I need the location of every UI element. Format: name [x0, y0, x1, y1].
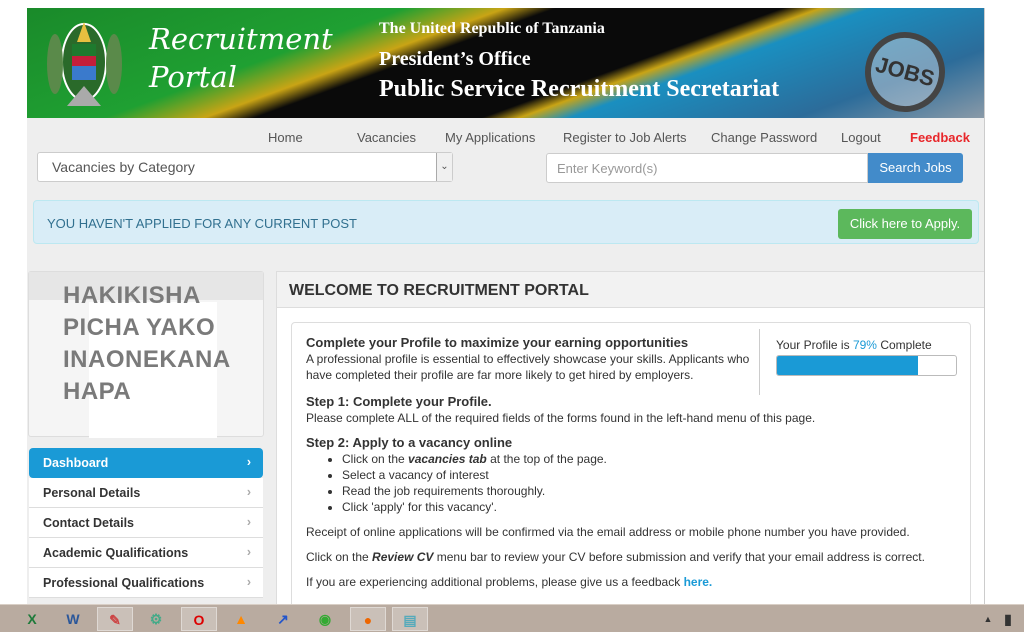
nav-register-job-alerts[interactable]: Register to Job Alerts [563, 130, 687, 145]
list-item: Select a vacancy of interest [342, 467, 956, 483]
word-icon[interactable]: W [55, 607, 91, 631]
progress-suffix: Complete [880, 338, 932, 352]
intro-text: A professional profile is essential to e… [306, 352, 750, 382]
chevron-right-icon: › [246, 515, 251, 529]
chrome-icon[interactable]: ◉ [307, 607, 343, 631]
emphasis: vacancies tab [408, 452, 487, 466]
text: at the top of the page. [490, 452, 607, 466]
progress-bar [776, 355, 957, 376]
header-banner: Recruitment Portal The United Republic of… [27, 8, 984, 118]
intro-title: Complete your Profile to maximize your e… [306, 335, 689, 350]
search-jobs-button[interactable]: Search Jobs [868, 153, 963, 183]
text: Click on the [342, 452, 405, 466]
step1-title: Step 1: Complete your Profile. [306, 394, 492, 409]
receipt-text: Receipt of online applications will be c… [306, 525, 910, 539]
step1-text: Please complete ALL of the required fiel… [306, 411, 816, 425]
nav-change-password[interactable]: Change Password [711, 130, 817, 145]
list-item: Click 'apply' for this vacancy'. [342, 499, 956, 515]
sidebar-item-label: Academic Qualifications [43, 546, 189, 560]
sidebar-item-label: Dashboard [43, 456, 109, 470]
profile-progress: Your Profile is 79% Complete [759, 329, 969, 395]
keyword-search-input[interactable]: Enter Keyword(s) [546, 153, 868, 183]
brand-line-1: Recruitment [149, 22, 333, 56]
welcome-card: Complete your Profile to maximize your e… [291, 322, 971, 604]
shortcut-icon[interactable]: ↗ [265, 607, 301, 631]
select-value: Vacancies by Category [52, 159, 195, 175]
text: Click on the [306, 550, 369, 564]
chevron-right-icon: › [246, 575, 251, 589]
sidebar-item-dashboard[interactable]: Dashboard › [29, 448, 263, 478]
chevron-right-icon: › [246, 485, 251, 499]
banner-line-3: Public Service Recruitment Secretariat [379, 76, 780, 102]
progress-percent: 79% [852, 338, 877, 352]
brand-title: Recruitment Portal [149, 20, 333, 96]
feedback-text: If you are experiencing additional probl… [306, 574, 956, 590]
main-panel: WELCOME TO RECRUITMENT PORTAL Complete y… [276, 271, 984, 604]
sidebar-item-contact-details[interactable]: Contact Details › [29, 508, 263, 538]
list-item: Read the job requirements thoroughly. [342, 483, 956, 499]
review-cv-text: Click on the Review CV menu bar to revie… [306, 549, 956, 565]
paint-icon[interactable]: ✎ [97, 607, 133, 631]
chevron-right-icon: › [246, 545, 251, 559]
photo-line: HAKIKISHA [63, 282, 201, 309]
chevron-right-icon: › [246, 455, 251, 469]
feedback-here-link[interactable]: here. [684, 575, 713, 589]
nav-my-applications[interactable]: My Applications [445, 130, 535, 145]
text: menu bar to review your CV before submis… [436, 550, 925, 564]
sidebar-item-label: Professional Qualifications [43, 576, 205, 590]
banner-line-1: The United Republic of Tanzania [379, 20, 605, 37]
nav-feedback[interactable]: Feedback [910, 130, 970, 145]
sidebar-item-label: Contact Details [43, 516, 134, 530]
excel-icon[interactable]: X [14, 607, 50, 631]
progress-bar-fill [777, 356, 919, 375]
page-title: WELCOME TO RECRUITMENT PORTAL [277, 272, 984, 308]
photo-line: HAPA [63, 378, 132, 405]
chevron-down-icon: ⌄ [436, 153, 452, 181]
tool-icon[interactable]: ⚙ [138, 607, 174, 631]
vlc-icon[interactable]: ▲ [223, 607, 259, 631]
brand-line-2: Portal [149, 60, 237, 94]
list-item: Click on the vacancies tab at the top of… [342, 451, 956, 467]
network-icon[interactable]: ▮ [990, 607, 1024, 631]
sidebar-menu: Dashboard › Personal Details › Contact Det… [29, 448, 263, 598]
sidebar: HAKIKISHA PICHA YAKO INAONEKANA HAPA Das… [28, 271, 265, 604]
tanzania-coat-of-arms-icon [47, 22, 122, 106]
photo-placeholder-text: HAKIKISHA PICHA YAKO INAONEKANA HAPA [63, 280, 231, 408]
page: Recruitment Portal The United Republic of… [27, 8, 985, 604]
step2-list: Click on the vacancies tab at the top of… [342, 451, 956, 515]
apply-button[interactable]: Click here to Apply. [838, 209, 972, 239]
application-alert: YOU HAVEN'T APPLIED FOR ANY CURRENT POST… [33, 200, 979, 244]
firefox-icon[interactable]: ● [350, 607, 386, 631]
emphasis: Review CV [372, 550, 434, 564]
sidebar-item-label: Personal Details [43, 486, 141, 500]
alert-text: YOU HAVEN'T APPLIED FOR ANY CURRENT POST [47, 216, 357, 231]
photo-line: PICHA YAKO [63, 314, 216, 341]
nav-logout[interactable]: Logout [841, 130, 881, 145]
progress-prefix: Your Profile is [776, 338, 850, 352]
profile-photo[interactable]: HAKIKISHA PICHA YAKO INAONEKANA HAPA [28, 271, 264, 438]
opera-icon[interactable]: O [181, 607, 217, 631]
nav-home[interactable]: Home [268, 130, 303, 145]
notepad-icon[interactable]: ▤ [392, 607, 428, 631]
windows-taskbar: X W ✎ ⚙ O ▲ ↗ ◉ ● ▤ ▲ ▮ [0, 604, 1024, 632]
sidebar-item-academic-qualifications[interactable]: Academic Qualifications › [29, 538, 263, 568]
jobs-magnifier-image: JOBS [856, 23, 954, 118]
sidebar-item-professional-qualifications[interactable]: Professional Qualifications › [29, 568, 263, 598]
nav-vacancies[interactable]: Vacancies [357, 130, 416, 145]
text: If you are experiencing additional probl… [306, 575, 681, 589]
sidebar-item-personal-details[interactable]: Personal Details › [29, 478, 263, 508]
step2-title: Step 2: Apply to a vacancy online [306, 435, 513, 450]
photo-line: INAONEKANA [63, 346, 231, 373]
vacancy-category-select[interactable]: Vacancies by Category ⌄ [37, 152, 453, 182]
banner-line-2: President’s Office [379, 48, 531, 70]
